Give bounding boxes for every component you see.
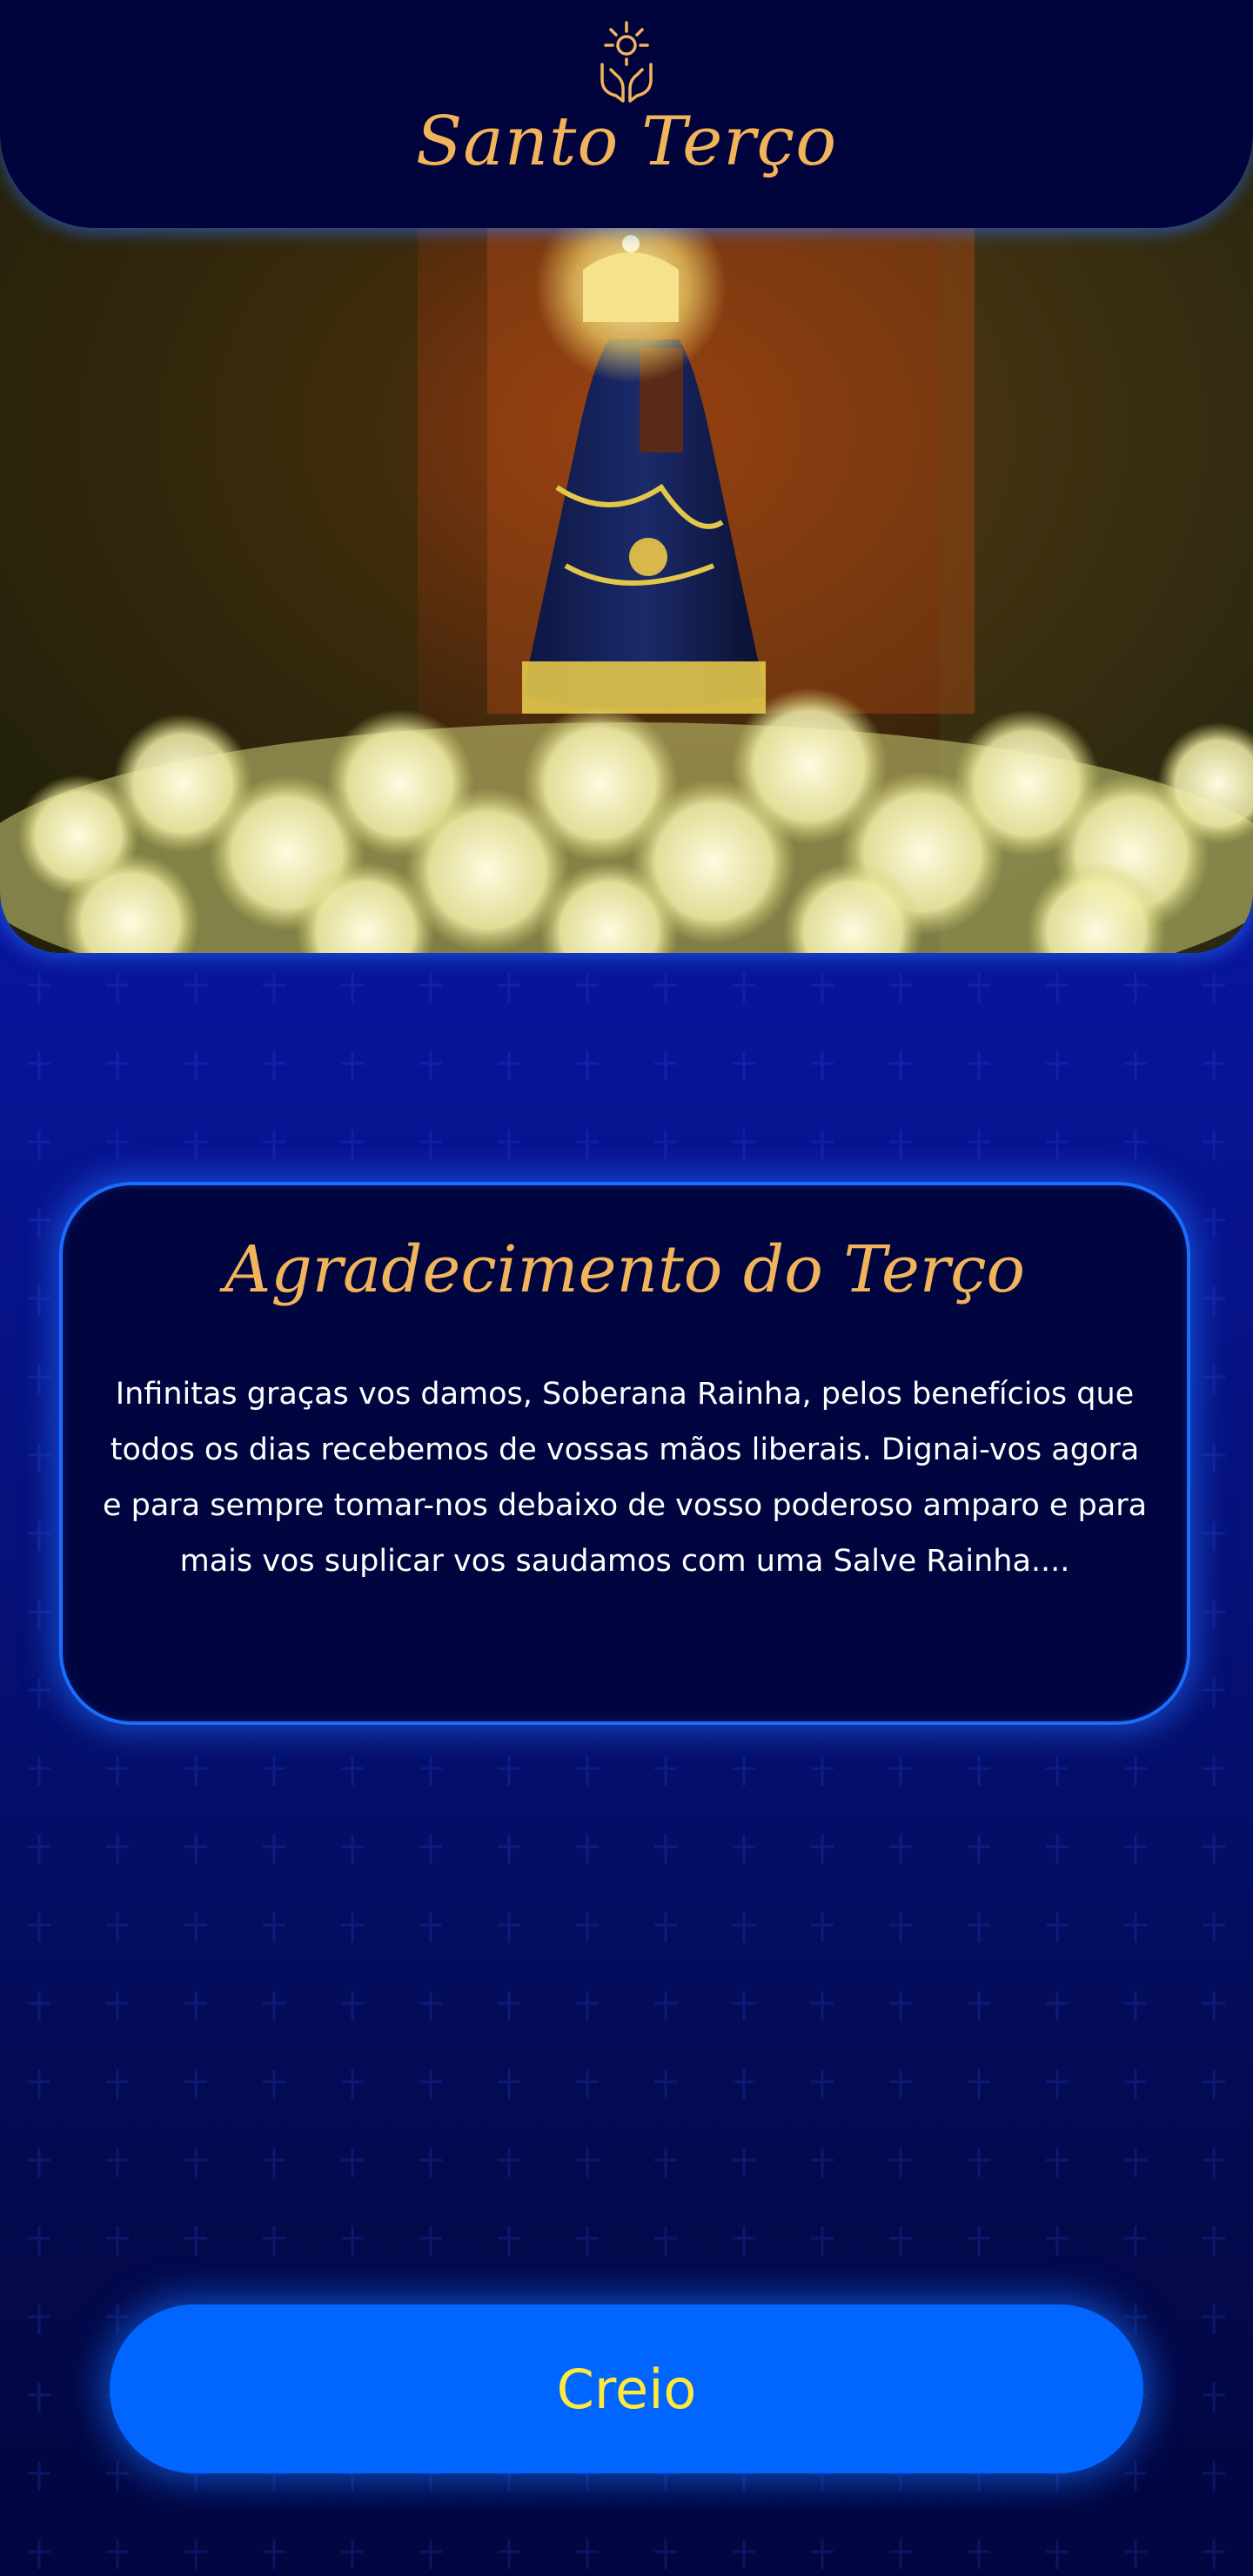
praying-hands-host-icon <box>600 21 653 103</box>
prayer-title: Agradecimento do Terço <box>224 1232 1026 1307</box>
app-title: Santo Terço <box>415 103 838 181</box>
app-header: Santo Terço <box>0 0 1253 228</box>
prayer-text: Infinitas graças vos damos, Soberana Rai… <box>102 1377 1148 1579</box>
prayer-card: Agradecimento do Terço Infinitas graças … <box>59 1182 1190 1725</box>
creio-button-label: Creio <box>556 2357 697 2421</box>
creio-button[interactable]: Creio <box>110 2304 1143 2473</box>
